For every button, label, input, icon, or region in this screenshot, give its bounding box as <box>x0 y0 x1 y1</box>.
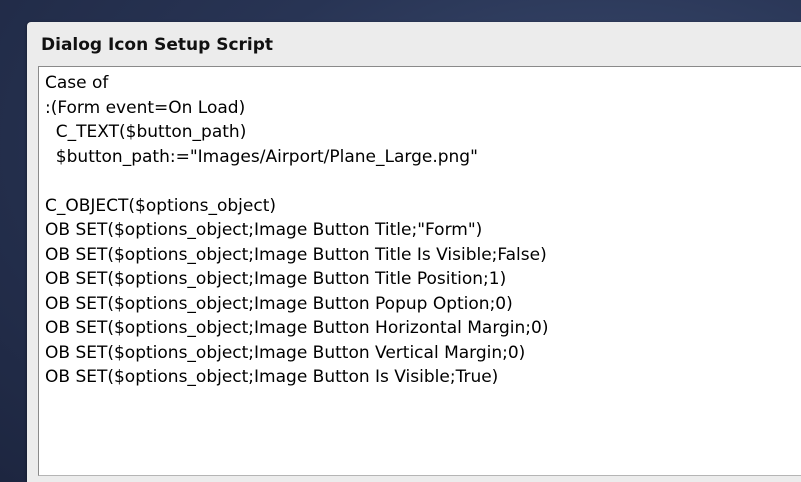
code-editor[interactable]: Case of :(Form event=On Load) C_TEXT($bu… <box>38 66 801 476</box>
code-line[interactable]: OB SET($options_object;Image Button Titl… <box>45 243 801 268</box>
code-line[interactable]: C_OBJECT($options_object) <box>45 194 801 219</box>
code-line[interactable]: OB SET($options_object;Image Button Vert… <box>45 341 801 366</box>
code-line[interactable]: C_TEXT($button_path) <box>45 120 801 145</box>
code-line[interactable]: $button_path:="Images/Airport/Plane_Larg… <box>45 145 801 170</box>
code-line[interactable]: OB SET($options_object;Image Button Is V… <box>45 365 801 390</box>
code-line[interactable]: OB SET($options_object;Image Button Hori… <box>45 316 801 341</box>
code-lines: Case of :(Form event=On Load) C_TEXT($bu… <box>45 71 801 390</box>
code-line[interactable]: OB SET($options_object;Image Button Popu… <box>45 292 801 317</box>
script-panel: Dialog Icon Setup Script Case of :(Form … <box>27 22 801 482</box>
code-line[interactable]: OB SET($options_object;Image Button Titl… <box>45 267 801 292</box>
code-line[interactable]: :(Form event=On Load) <box>45 96 801 121</box>
panel-title: Dialog Icon Setup Script <box>41 35 274 55</box>
code-line[interactable] <box>45 169 801 194</box>
code-line[interactable]: Case of <box>45 71 801 96</box>
code-line[interactable]: OB SET($options_object;Image Button Titl… <box>45 218 801 243</box>
